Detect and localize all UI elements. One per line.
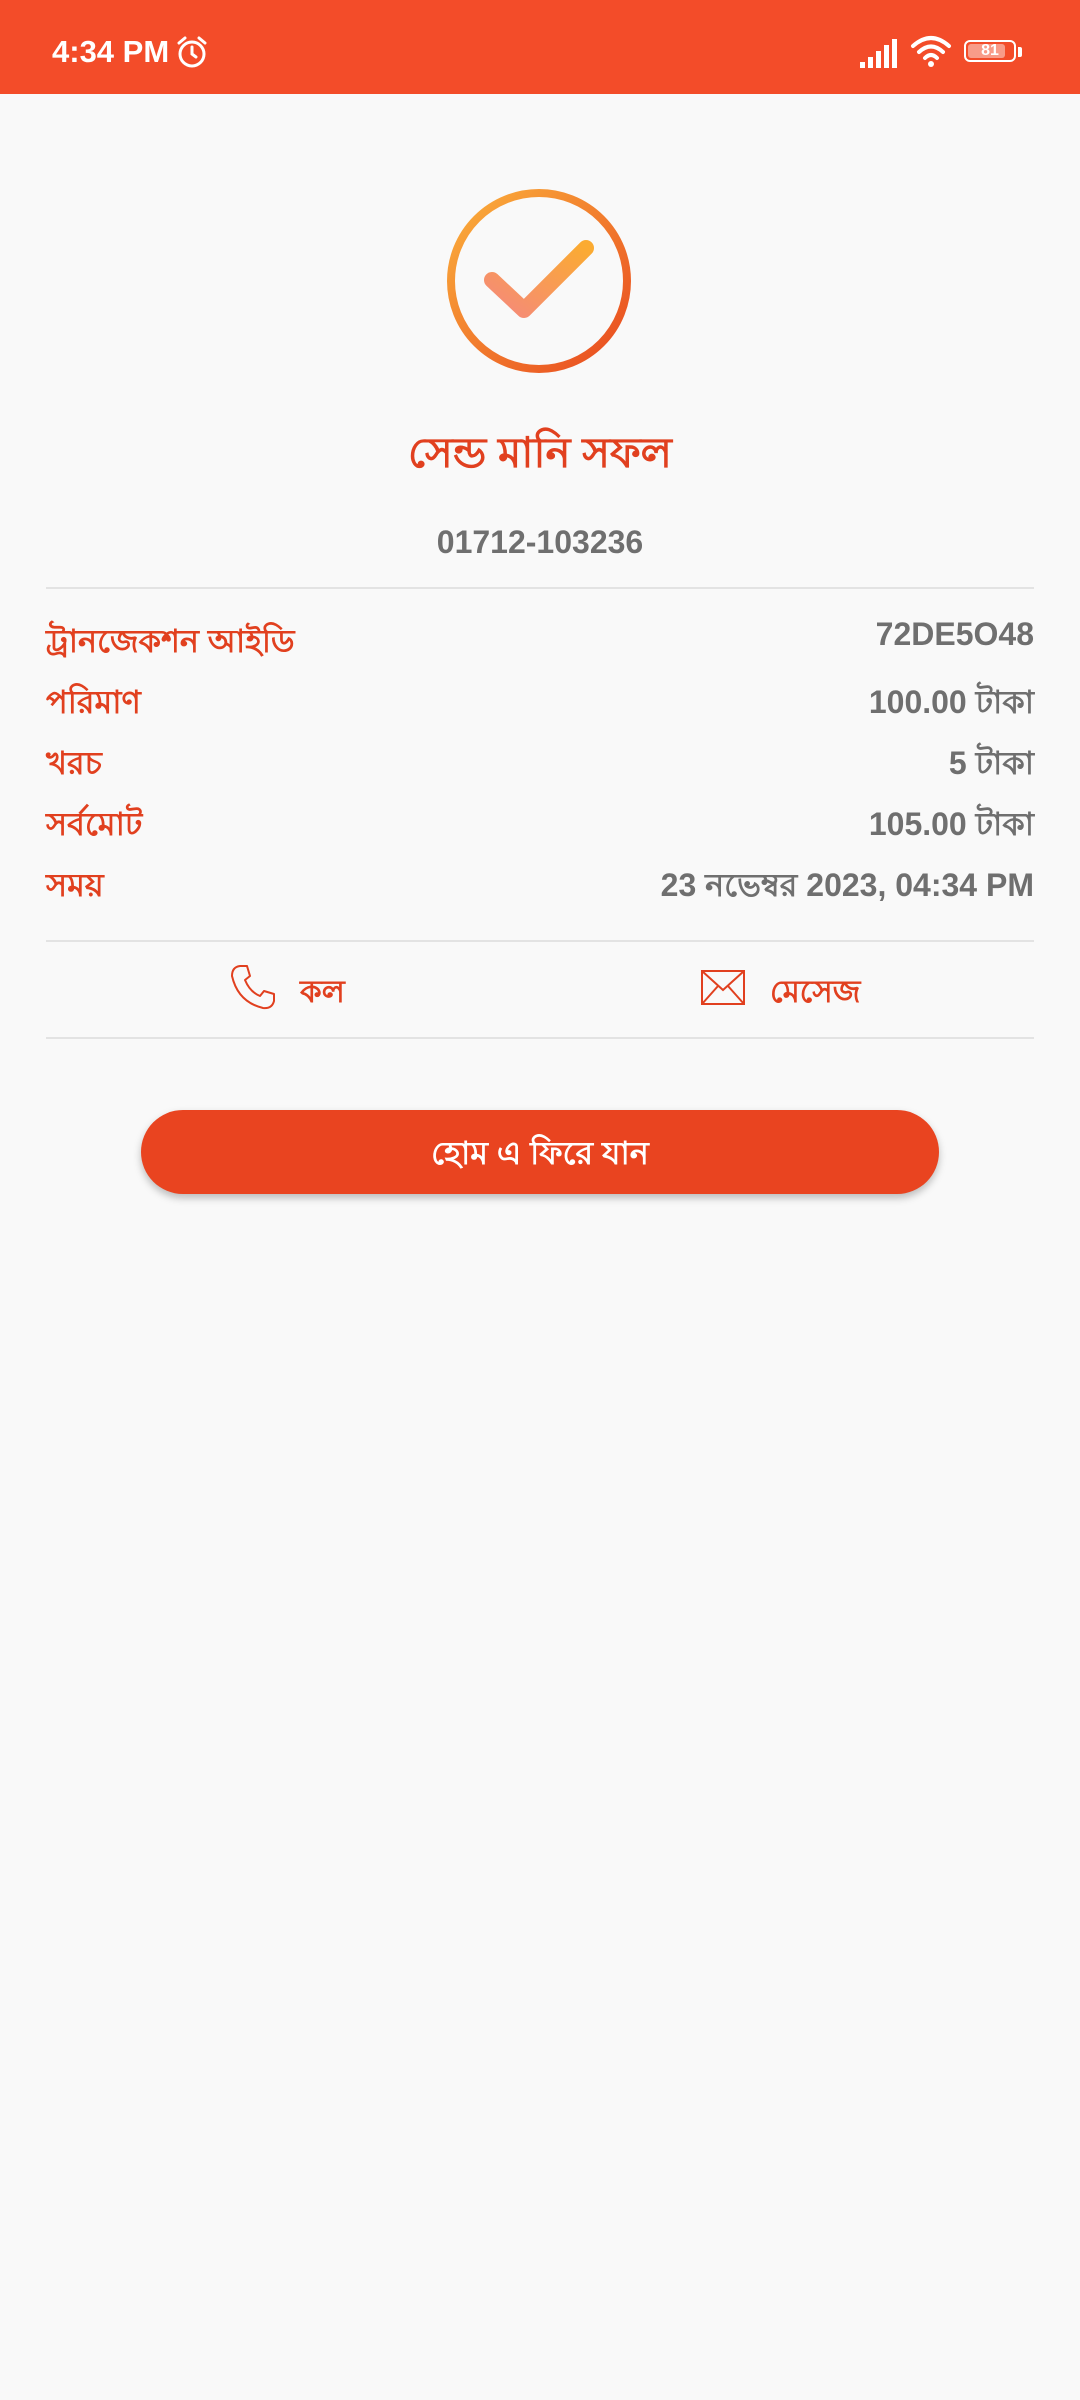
recipient-number: 01712-103236 [436, 524, 644, 560]
divider [46, 587, 1034, 589]
detail-label: সময় [46, 867, 104, 903]
transaction-details: ট্রানজেকশন আইডি 72DE5O48 পরিমাণ 100.00 ট… [46, 608, 1034, 913]
battery-level: 81 [981, 42, 999, 59]
detail-label: খরচ [46, 745, 102, 781]
detail-row-time: সময় 23 নভেম্বর 2023, 04:34 PM [46, 852, 1034, 913]
wifi-icon [911, 36, 951, 67]
phone-icon [231, 965, 275, 1010]
detail-value: 23 নভেম্বর 2023, 04:34 PM [660, 867, 1034, 903]
envelope-icon [701, 970, 745, 1005]
detail-label: সর্বমোট [46, 806, 143, 842]
alarm-icon [177, 36, 207, 68]
detail-row-fee: খরচ 5 টাকা [46, 730, 1034, 791]
detail-row-transaction-id: ট্রানজেকশন আইডি 72DE5O48 [46, 608, 1034, 669]
signal-icon [860, 39, 897, 68]
divider [46, 940, 1034, 942]
check-circle-icon [447, 189, 631, 373]
divider [46, 1037, 1034, 1039]
detail-value: 105.00 টাকা [868, 806, 1034, 842]
go-home-button[interactable]: হোম এ ফিরে যান [141, 1110, 939, 1194]
call-label: কল [300, 974, 345, 1009]
detail-value: 100.00 টাকা [868, 684, 1034, 720]
detail-row-amount: পরিমাণ 100.00 টাকা [46, 669, 1034, 730]
message-label: মেসেজ [770, 974, 861, 1009]
battery-icon: 81 [964, 40, 1016, 62]
detail-row-total: সর্বমোট 105.00 টাকা [46, 791, 1034, 852]
detail-value: 5 টাকা [948, 745, 1034, 781]
success-title: সেন্ড মানি সফল [408, 429, 672, 476]
status-time: 4:34 PM [52, 34, 170, 69]
status-bar: 4:34 PM 81 [0, 0, 1080, 94]
detail-label: পরিমাণ [46, 684, 141, 720]
battery-tip [1018, 47, 1022, 57]
detail-value: 72DE5O48 [875, 616, 1034, 652]
detail-label: ট্রানজেকশন আইডি [46, 623, 295, 659]
